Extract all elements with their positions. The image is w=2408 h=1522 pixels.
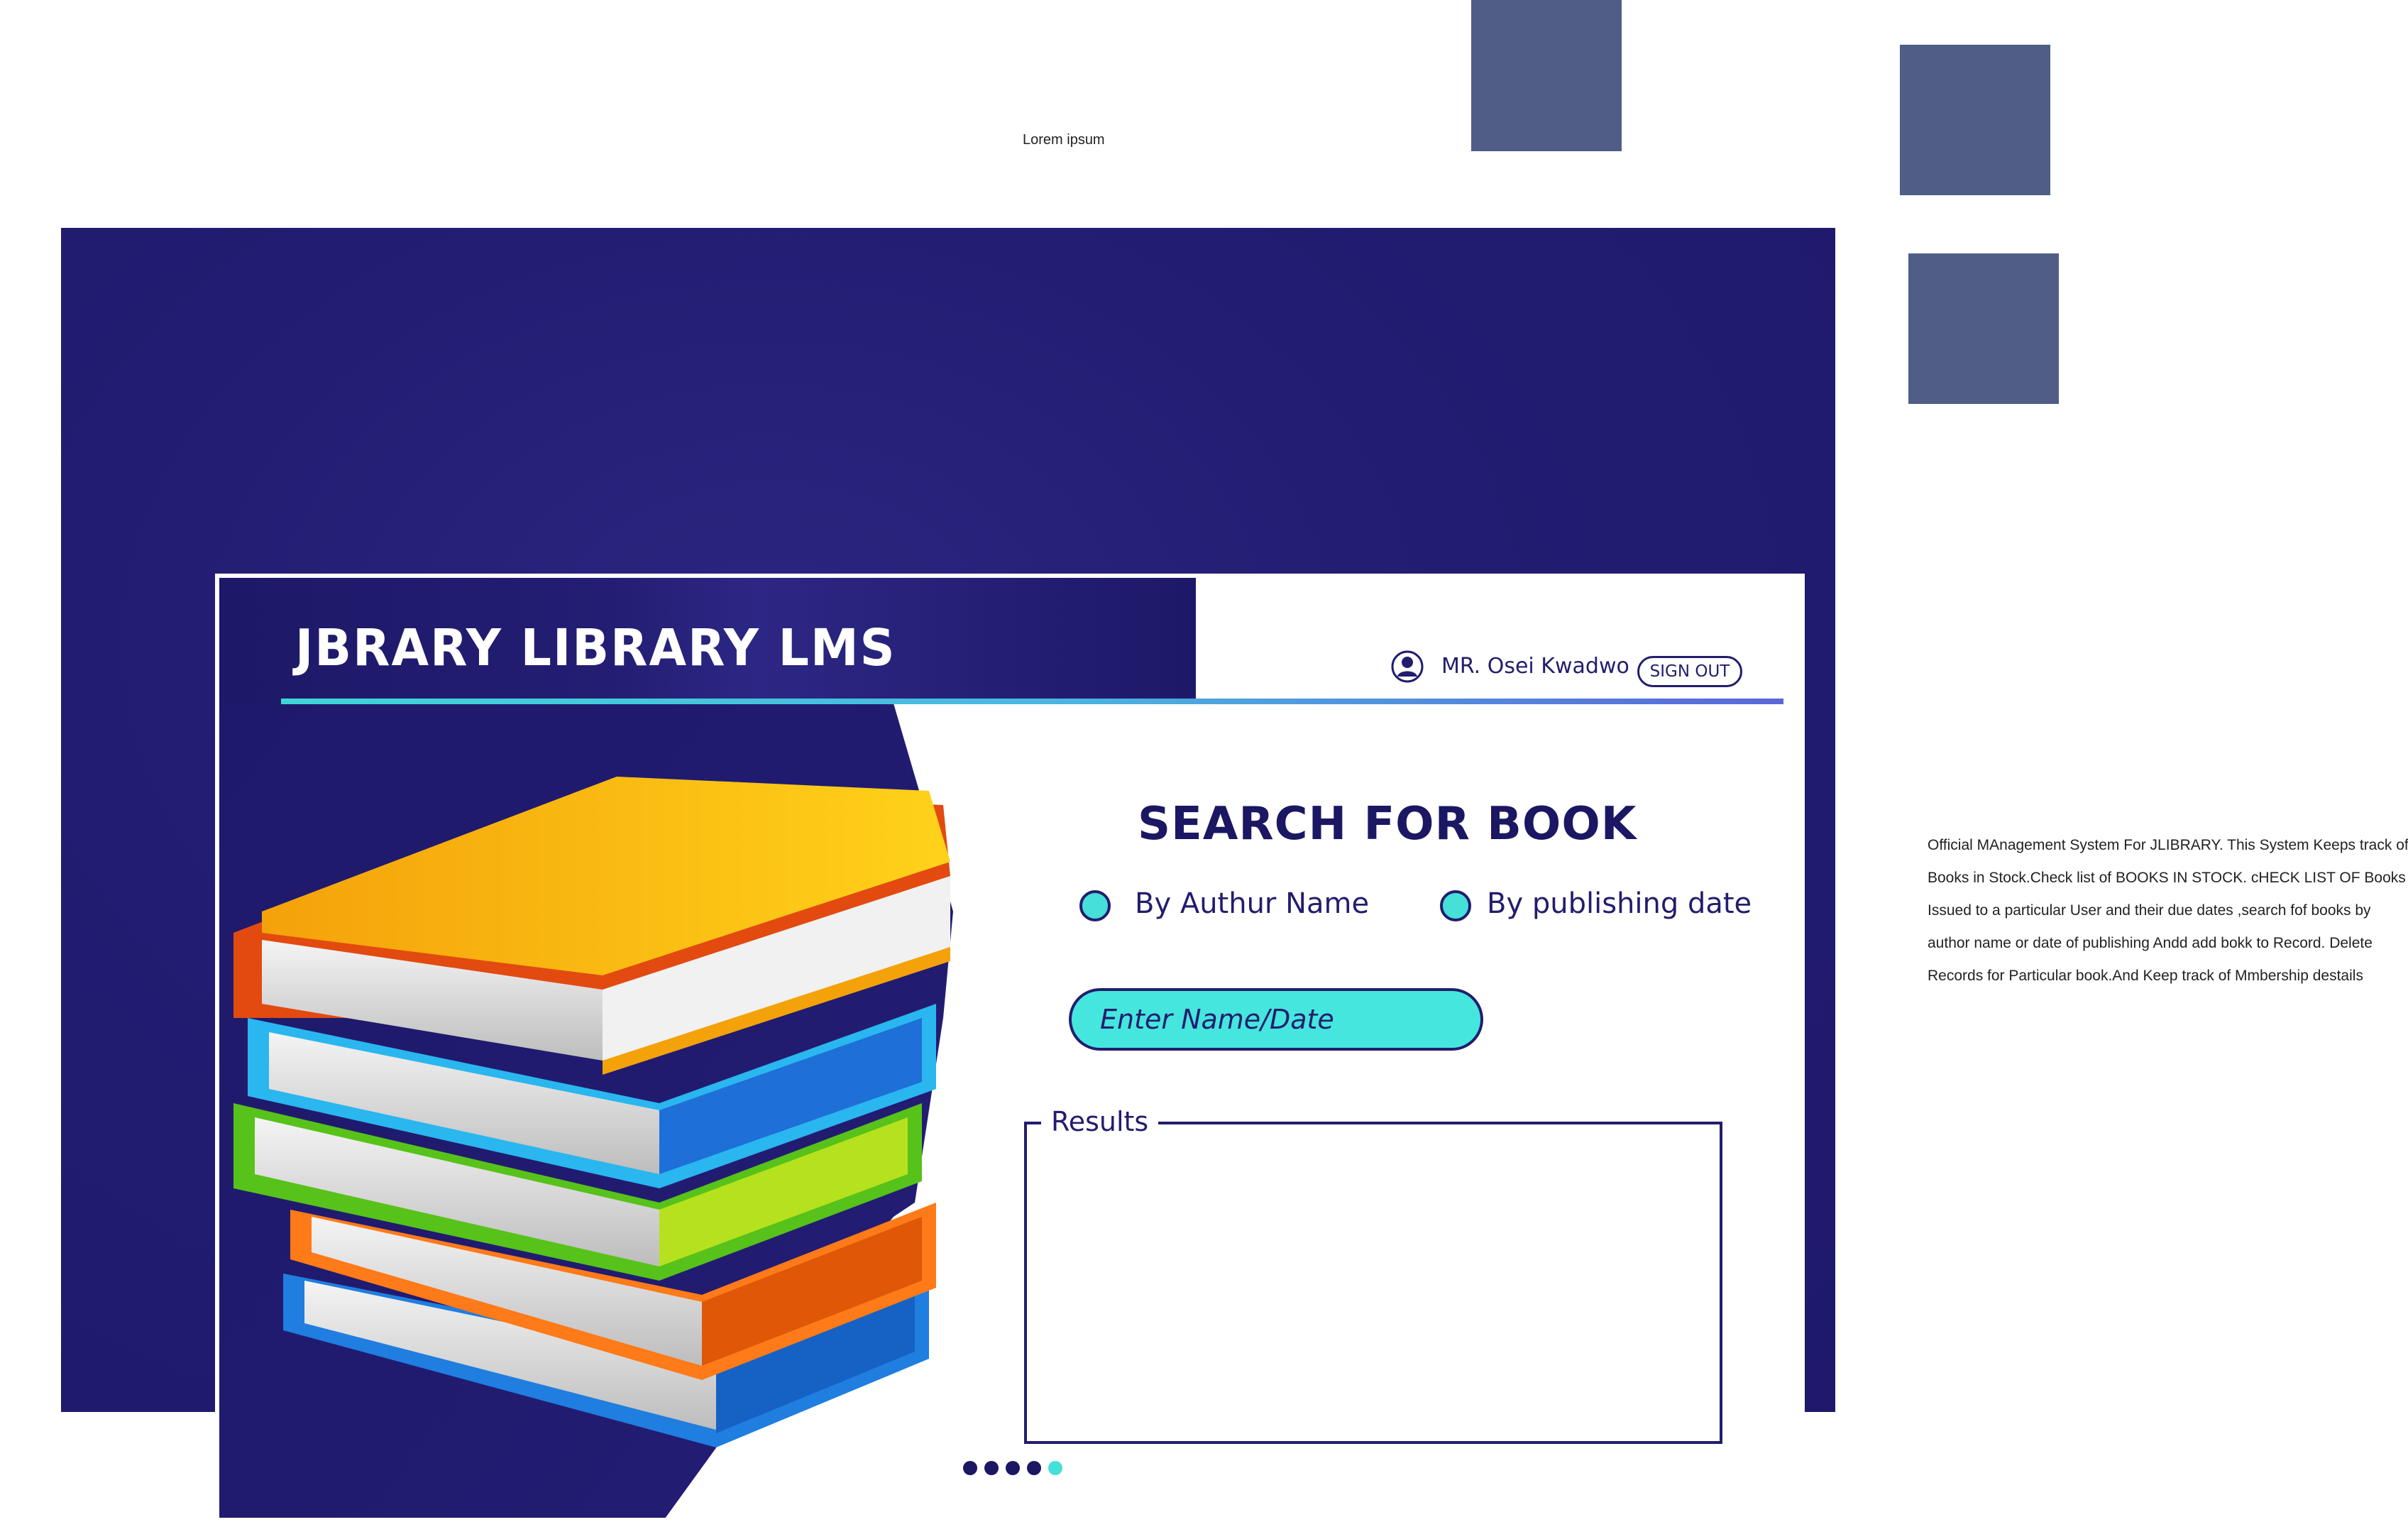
radio-by-publishing-date-label[interactable]: By publishing date <box>1487 887 1752 920</box>
radio-by-author[interactable] <box>1079 890 1111 921</box>
app-frame: JBRARY LIBRARY LMS MR. Osei Kwadwo SIGN … <box>61 228 1835 1522</box>
radio-by-author-label[interactable]: By Authur Name <box>1135 887 1369 920</box>
pagination-dot[interactable] <box>984 1461 999 1475</box>
search-input[interactable] <box>1069 988 1483 1051</box>
pagination-dot-active[interactable] <box>1048 1461 1062 1475</box>
color-swatch <box>1900 45 2050 195</box>
user-avatar-icon[interactable] <box>1390 650 1424 684</box>
search-title: SEARCH FOR BOOK <box>1138 798 1637 850</box>
pagination-dot[interactable] <box>1027 1461 1041 1475</box>
app-title: JBRARY LIBRARY LMS <box>295 619 896 678</box>
user-name: MR. Osei Kwadwo <box>1441 654 1629 679</box>
app-window: JBRARY LIBRARY LMS MR. Osei Kwadwo SIGN … <box>215 574 1805 1522</box>
header-divider <box>281 699 1783 704</box>
books-illustration <box>219 578 953 1518</box>
canvas-caption: Lorem ipsum <box>1023 132 1105 148</box>
color-swatch <box>1471 0 1622 151</box>
results-panel <box>1024 1122 1722 1444</box>
sign-out-button[interactable]: SIGN OUT <box>1637 656 1742 687</box>
results-label: Results <box>1041 1106 1159 1137</box>
project-description: Official MAnagement System For JLIBRARY.… <box>1928 837 2408 984</box>
radio-by-publishing-date[interactable] <box>1440 890 1471 921</box>
pagination-dot[interactable] <box>963 1461 977 1475</box>
pagination-dot[interactable] <box>1006 1461 1020 1475</box>
color-swatch <box>1908 253 2059 404</box>
